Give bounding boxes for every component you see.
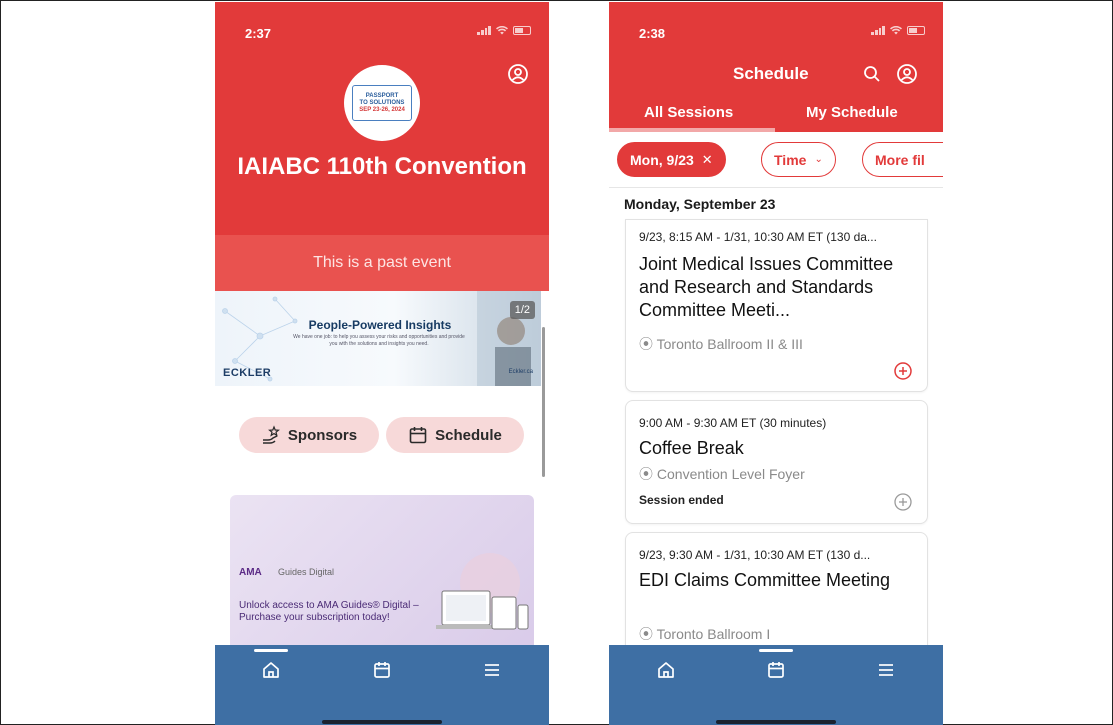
schedule-screen: 2:38 Schedule All Sessions My Schedule M…	[609, 2, 943, 725]
status-bar: 2:37	[215, 2, 549, 42]
carousel-brand: ECKLER	[223, 367, 272, 379]
tab-bar	[609, 645, 943, 725]
session-card[interactable]: 9/23, 9:30 AM - 1/31, 10:30 AM ET (130 d…	[625, 532, 928, 662]
status-icons	[477, 26, 531, 35]
home-icon[interactable]	[261, 660, 281, 680]
location-pin-icon: ⦿	[639, 626, 657, 642]
profile-icon[interactable]	[896, 63, 918, 85]
search-icon[interactable]	[862, 64, 882, 84]
sponsors-label: Sponsors	[287, 426, 358, 444]
session-location: ⦿ Toronto Ballroom II & III	[639, 334, 803, 354]
clear-filter-icon[interactable]: ✕	[702, 152, 713, 168]
ama-product: Guides Digital	[278, 567, 335, 577]
schedule-button[interactable]: Schedule	[386, 417, 524, 453]
home-indicator	[322, 720, 442, 724]
session-time: 9/23, 8:15 AM - 1/31, 10:30 AM ET (130 d…	[639, 230, 877, 244]
signal-icon	[871, 26, 885, 35]
session-location-label: Toronto Ballroom II & III	[656, 336, 803, 352]
event-logo: PASSPORT TO SOLUTIONS SEP 23-26, 2024	[344, 65, 420, 141]
carousel-counter: 1/2	[509, 301, 535, 319]
status-time: 2:37	[245, 26, 272, 41]
session-card[interactable]: 9:00 AM - 9:30 AM ET (30 minutes) Coffee…	[625, 400, 928, 524]
session-title: Joint Medical Issues Committee and Resea…	[639, 254, 894, 320]
page-title: Schedule	[733, 64, 809, 83]
active-tab-indicator	[759, 649, 793, 652]
add-to-schedule-icon[interactable]	[893, 361, 913, 381]
session-location-label: Toronto Ballroom I	[656, 626, 771, 642]
wifi-icon	[496, 26, 508, 35]
ama-message: Unlock access to AMA Guides® Digital – P…	[239, 600, 419, 623]
schedule-label: Schedule	[435, 426, 502, 444]
passport-stamp: PASSPORT TO SOLUTIONS SEP 23-26, 2024	[352, 85, 412, 121]
date-filter-chip[interactable]: Mon, 9/23 ✕	[617, 142, 726, 177]
session-card[interactable]: 9/23, 8:15 AM - 1/31, 10:30 AM ET (130 d…	[625, 219, 928, 392]
tab-all-sessions[interactable]: All Sessions	[644, 104, 733, 121]
logo-line-2: TO SOLUTIONS	[359, 99, 405, 106]
home-indicator	[716, 720, 836, 724]
sponsors-button[interactable]: Sponsors	[239, 417, 379, 453]
battery-icon	[513, 26, 531, 35]
menu-icon[interactable]	[876, 660, 896, 680]
session-time: 9/23, 9:30 AM - 1/31, 10:30 AM ET (130 d…	[639, 548, 871, 562]
screenshot-frame: 2:37 PASSPORT TO SOLUTIONS SEP 23-26, 20…	[0, 0, 1113, 725]
carousel-url: Eckler.ca	[508, 369, 533, 375]
session-location: ⦿ Convention Level Foyer	[639, 464, 805, 484]
menu-icon[interactable]	[482, 660, 502, 680]
day-header: Monday, September 23	[624, 196, 776, 212]
sponsors-icon	[262, 425, 280, 444]
devices-illustration	[436, 553, 529, 630]
filter-bar: Mon, 9/23 ✕ Time ⌄ More fil	[609, 132, 943, 188]
session-title: EDI Claims Committee Meeting	[639, 570, 891, 590]
location-pin-icon: ⦿	[639, 336, 657, 352]
date-filter-label: Mon, 9/23	[630, 151, 694, 168]
session-location-label: Convention Level Foyer	[656, 466, 805, 482]
past-event-banner: This is a past event	[215, 235, 549, 291]
battery-icon	[907, 26, 925, 35]
schedule-header: 2:38 Schedule All Sessions My Schedule	[609, 2, 943, 132]
calendar-icon[interactable]	[766, 660, 786, 680]
ama-ad-banner[interactable]: AMA Guides Digital Unlock access to AMA …	[230, 495, 534, 655]
session-time: 9:00 AM - 9:30 AM ET (30 minutes)	[639, 416, 827, 430]
logo-line-1: PASSPORT	[365, 92, 399, 99]
status-time: 2:38	[639, 26, 666, 41]
wifi-icon	[890, 26, 902, 35]
event-hero: 2:37 PASSPORT TO SOLUTIONS SEP 23-26, 20…	[215, 2, 549, 235]
time-filter-label: Time	[774, 151, 807, 168]
status-bar: 2:38	[609, 2, 943, 42]
add-to-schedule-icon	[894, 493, 912, 511]
time-filter-chip[interactable]: Time ⌄	[761, 142, 836, 177]
active-tab-indicator	[254, 649, 288, 652]
calendar-icon	[409, 427, 427, 444]
ama-logo: AMA	[239, 567, 262, 578]
tab-my-schedule[interactable]: My Schedule	[806, 104, 898, 121]
calendar-icon[interactable]	[372, 660, 392, 680]
carousel-subtext: We have one job: to help you assess your…	[293, 334, 465, 347]
home-icon[interactable]	[656, 660, 676, 680]
scrollbar[interactable]	[542, 327, 545, 477]
session-location: ⦿ Toronto Ballroom I	[639, 624, 770, 644]
session-title: Coffee Break	[639, 438, 744, 458]
profile-icon[interactable]	[507, 63, 529, 85]
carousel-headline: People-Powered Insights	[308, 318, 452, 332]
status-icons	[871, 26, 925, 35]
event-title: IAIABC 110th Convention	[237, 153, 527, 180]
more-filters-chip[interactable]: More fil	[862, 142, 943, 177]
home-screen: 2:37 PASSPORT TO SOLUTIONS SEP 23-26, 20…	[215, 2, 549, 725]
more-filters-label: More fil	[875, 151, 925, 168]
session-status: Session ended	[639, 493, 724, 507]
location-pin-icon: ⦿	[639, 466, 657, 482]
tab-bar	[215, 645, 549, 725]
signal-icon	[477, 26, 491, 35]
chevron-down-icon: ⌄	[814, 154, 823, 165]
sponsor-carousel[interactable]: People-Powered Insights We have one job:…	[215, 291, 541, 386]
logo-dates: SEP 23-26, 2024	[359, 106, 405, 113]
